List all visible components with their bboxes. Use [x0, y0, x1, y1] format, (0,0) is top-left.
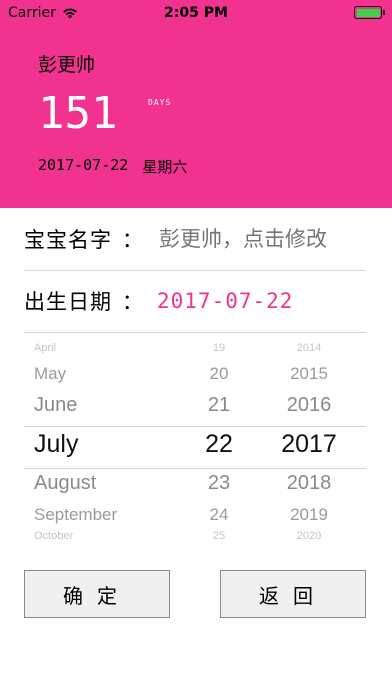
year-option[interactable]: 2015 — [269, 364, 349, 384]
date-picker[interactable]: April May June July August September Oct… — [24, 342, 366, 548]
birth-colon: ： — [122, 290, 143, 314]
birth-date: 2017-07-22 — [38, 156, 129, 174]
month-option[interactable]: August — [34, 472, 184, 495]
month-option[interactable]: September — [34, 505, 184, 525]
weekday: 星期六 — [142, 158, 188, 176]
name-input[interactable] — [157, 226, 361, 252]
year-option[interactable]: 2014 — [269, 342, 349, 354]
birth-date-value[interactable]: 2017-07-22 — [157, 289, 293, 313]
month-option[interactable]: October — [34, 530, 184, 542]
year-option[interactable]: 2016 — [269, 394, 349, 417]
year-wheel[interactable]: 2014 2015 2016 2017 2018 2019 2020 — [269, 342, 349, 548]
baby-name: 彭更帅 — [38, 54, 96, 76]
month-option[interactable]: June — [34, 394, 184, 417]
name-row: 宝宝名字 ： — [24, 208, 366, 271]
header-date: 2017-07-22 星期六 — [38, 156, 187, 177]
year-option[interactable]: 2018 — [269, 472, 349, 495]
month-wheel[interactable]: April May June July August September Oct… — [34, 342, 184, 548]
day-option-selected[interactable]: 22 — [184, 430, 254, 459]
header-banner: Carrier 2:05 PM 彭更帅 151 DAYS 2017-07-22 … — [0, 0, 392, 208]
confirm-button[interactable]: 确定 — [24, 570, 170, 618]
day-option[interactable]: 25 — [184, 530, 254, 542]
year-option[interactable]: 2019 — [269, 505, 349, 525]
month-option[interactable]: May — [34, 364, 184, 384]
birth-label: 出生日期 — [24, 290, 112, 314]
month-option[interactable]: April — [34, 342, 184, 354]
status-time: 2:05 PM — [164, 5, 228, 21]
back-button[interactable]: 返回 — [220, 570, 366, 618]
birth-row: 出生日期 ： 2017-07-22 — [24, 270, 366, 333]
day-wheel[interactable]: 19 20 21 22 23 24 25 — [184, 342, 254, 548]
name-label: 宝宝名字 — [24, 228, 112, 252]
name-colon: ： — [122, 228, 143, 252]
year-option-selected[interactable]: 2017 — [269, 430, 349, 459]
day-option[interactable]: 20 — [184, 364, 254, 384]
day-option[interactable]: 24 — [184, 505, 254, 525]
year-option[interactable]: 2020 — [269, 530, 349, 542]
status-bar: Carrier 2:05 PM — [0, 0, 392, 28]
day-option[interactable]: 19 — [184, 342, 254, 354]
days-count: 151 — [38, 88, 118, 139]
month-option-selected[interactable]: July — [34, 430, 184, 459]
day-option[interactable]: 23 — [184, 472, 254, 495]
day-option[interactable]: 21 — [184, 394, 254, 417]
days-unit: DAYS — [148, 98, 172, 107]
battery-icon — [354, 6, 385, 19]
